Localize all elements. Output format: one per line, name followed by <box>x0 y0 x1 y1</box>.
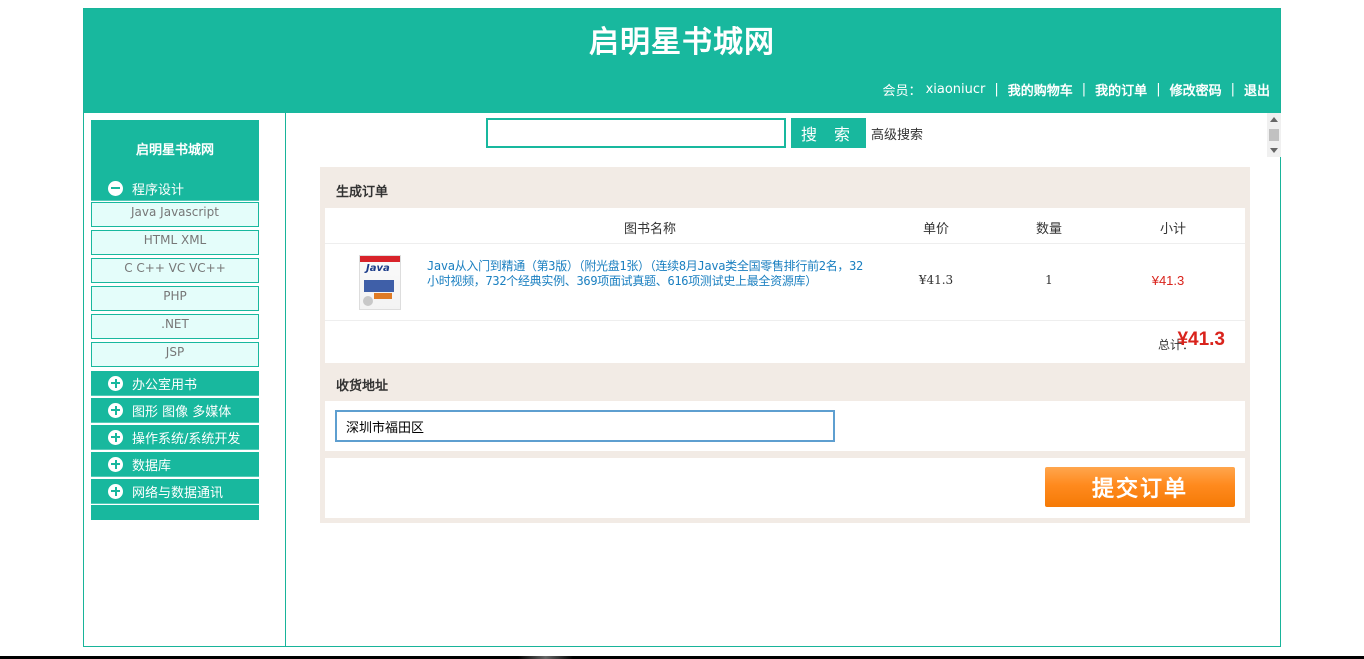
book-title-link[interactable]: Java从入门到精通（第3版）（附光盘1张）（连续8月Java类全国零售排行前2… <box>427 259 872 289</box>
category-label: 办公室用书 <box>132 377 198 393</box>
item-quantity: 1 <box>1045 273 1053 287</box>
total-value: ¥41.3 <box>1177 329 1225 350</box>
column-header-price: 单价 <box>922 222 949 237</box>
my-orders-link[interactable]: 我的订单 <box>1095 80 1147 99</box>
book-cover-title: Java <box>366 263 390 274</box>
category-office[interactable]: 办公室用书 <box>91 371 259 396</box>
address-input[interactable] <box>335 410 835 442</box>
site-header: 启明星书城网 会员： xiaoniucr | 我的购物车 | 我的订单 | 修改… <box>84 9 1280 113</box>
subcategory-html-xml[interactable]: HTML XML <box>91 230 259 255</box>
divider <box>325 243 1245 244</box>
column-header-book-name: 图书名称 <box>623 222 676 237</box>
category-database[interactable]: 数据库 <box>91 452 259 477</box>
plus-circle-icon <box>108 402 123 418</box>
item-subtotal: ¥41.3 <box>1151 273 1185 288</box>
plus-circle-icon <box>108 429 123 445</box>
address-section-title: 收货地址 <box>336 379 389 394</box>
user-bar: 会员： xiaoniucr | 我的购物车 | 我的订单 | 修改密码 | 退出 <box>883 80 1270 99</box>
book-cover-image[interactable]: Java <box>359 255 401 310</box>
order-section-title: 生成订单 <box>336 185 389 200</box>
member-username: xiaoniucr <box>925 82 986 97</box>
cart-link[interactable]: 我的购物车 <box>1008 80 1073 99</box>
category-os[interactable]: 操作系统/系统开发 <box>91 425 259 450</box>
search-button[interactable]: 搜 索 <box>791 118 866 148</box>
item-price: ¥41.3 <box>918 273 954 287</box>
subcategory-dotnet[interactable]: .NET <box>91 314 259 339</box>
order-table: 图书名称 单价 数量 小计 Java Java从入门到精通（第3版）（附光盘1张… <box>325 208 1245 363</box>
main-content: 搜 索 高级搜索 生成订单 图书名称 单价 数量 小计 Java Java从入门… <box>286 113 1281 646</box>
sidebar-footer <box>91 505 259 520</box>
order-panel: 生成订单 图书名称 单价 数量 小计 Java Java从入门到精通（第3版）（… <box>320 167 1250 523</box>
separator: | <box>994 82 999 97</box>
plus-circle-icon <box>108 375 123 391</box>
scroll-up-icon[interactable] <box>1270 117 1278 122</box>
separator: | <box>1230 82 1235 97</box>
category-label: 网络与数据通讯 <box>132 485 224 501</box>
submit-order-button[interactable]: 提交订单 <box>1045 467 1235 507</box>
scrollbar[interactable] <box>1267 113 1281 157</box>
search-input[interactable] <box>486 118 786 148</box>
subcategory-c-cpp[interactable]: C C++ VC VC++ <box>91 258 259 283</box>
disc-icon <box>363 296 373 306</box>
divider <box>325 320 1245 321</box>
category-graphics[interactable]: 图形 图像 多媒体 <box>91 398 259 423</box>
scroll-thumb[interactable] <box>1269 129 1279 141</box>
category-programming[interactable]: 程序设计 <box>91 176 259 201</box>
separator: | <box>1081 82 1087 97</box>
subcategory-java-javascript[interactable]: Java Javascript <box>91 202 259 227</box>
subcategory-jsp[interactable]: JSP <box>91 342 259 367</box>
change-password-link[interactable]: 修改密码 <box>1170 80 1222 99</box>
plus-circle-icon <box>108 483 123 499</box>
separator: | <box>1156 82 1161 97</box>
site-title: 启明星书城网 <box>589 25 775 60</box>
logout-link[interactable]: 退出 <box>1244 80 1270 99</box>
sidebar-title: 启明星书城网 <box>91 120 259 176</box>
member-label: 会员： <box>882 84 922 99</box>
scroll-down-icon[interactable] <box>1270 148 1278 153</box>
minus-circle-icon <box>108 180 123 196</box>
column-header-quantity: 数量 <box>1035 222 1062 237</box>
category-label: 数据库 <box>132 458 172 474</box>
plus-circle-icon <box>108 456 123 472</box>
column-header-subtotal: 小计 <box>1159 222 1186 237</box>
advanced-search-link[interactable]: 高级搜索 <box>871 124 923 143</box>
address-panel <box>325 401 1245 451</box>
category-label: 操作系统/系统开发 <box>132 431 241 447</box>
category-label: 图形 图像 多媒体 <box>132 404 232 420</box>
category-label: 程序设计 <box>132 182 185 198</box>
submit-panel: 提交订单 <box>325 458 1245 518</box>
sidebar: 启明星书城网 程序设计 Java Javascript HTML XML C C… <box>84 113 286 646</box>
subcategory-php[interactable]: PHP <box>91 286 259 311</box>
page-frame: 启明星书城网 会员： xiaoniucr | 我的购物车 | 我的订单 | 修改… <box>83 8 1281 647</box>
category-network[interactable]: 网络与数据通讯 <box>91 479 259 504</box>
